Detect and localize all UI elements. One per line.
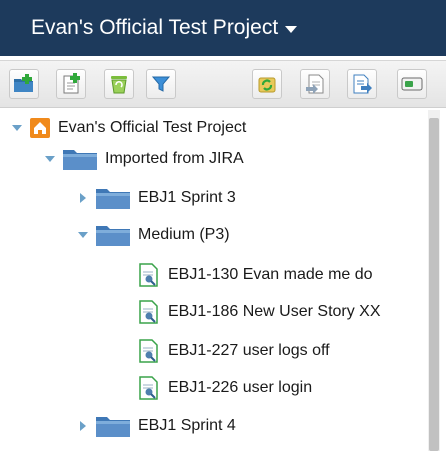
refresh-icon — [258, 77, 276, 93]
recycle-icon — [111, 76, 127, 94]
add-requirement-icon — [63, 73, 80, 94]
folder-icon — [96, 226, 130, 246]
requirement-icon — [139, 300, 158, 324]
tree-folder-label: EBJ1 Sprint 3 — [138, 189, 236, 206]
tree-folder-ebj1-sprint-4[interactable]: EBJ1 Sprint 4 — [76, 411, 236, 441]
scrollbar-thumb[interactable] — [429, 118, 439, 451]
expand-toggle[interactable] — [76, 191, 90, 205]
tree-item[interactable]: EBJ1-186 New User Story XX — [138, 297, 381, 327]
folder-icon — [63, 150, 97, 170]
import-button[interactable] — [300, 69, 330, 99]
tree-item-label: EBJ1-226 user login — [168, 379, 313, 396]
chevron-right-icon — [80, 193, 86, 203]
tree-item-label: EBJ1-227 user logs off — [168, 342, 330, 359]
project-name: Evan's Official Test Project — [31, 16, 279, 39]
toggle-view-button[interactable] — [397, 69, 427, 99]
folder-icon — [96, 189, 130, 209]
tree-folder-ebj1-sprint-3[interactable]: EBJ1 Sprint 3 — [76, 183, 236, 213]
project-selector[interactable]: Evan's Official Test Project — [31, 16, 298, 40]
requirement-icon — [139, 339, 158, 363]
toggle-view-icon — [401, 77, 423, 91]
app-header: Evan's Official Test Project — [0, 0, 446, 56]
tree-folder-label: Medium (P3) — [138, 226, 230, 243]
tree-item[interactable]: EBJ1-130 Evan made me do — [138, 260, 373, 290]
requirement-icon — [139, 263, 158, 287]
export-button[interactable] — [347, 69, 377, 99]
tree-viewport: Evan's Official Test Project Imported fr… — [0, 110, 427, 451]
chevron-down-icon — [12, 125, 22, 131]
chevron-down-icon — [45, 156, 55, 162]
collapse-toggle[interactable] — [43, 152, 57, 166]
home-icon — [30, 118, 50, 138]
filter-icon — [151, 76, 171, 92]
tree-item-label: EBJ1-130 Evan made me do — [168, 266, 373, 283]
tree-scrollbar[interactable] — [428, 110, 440, 451]
import-icon — [306, 74, 324, 94]
expand-toggle[interactable] — [76, 419, 90, 433]
collapse-toggle[interactable] — [10, 121, 24, 135]
add-folder-icon — [14, 74, 33, 92]
add-requirement-button[interactable] — [56, 69, 86, 99]
folder-icon — [96, 417, 130, 437]
tree-folder-label: Imported from JIRA — [105, 150, 244, 167]
tree-folder-label: EBJ1 Sprint 4 — [138, 417, 236, 434]
requirements-tree: Evan's Official Test Project Imported fr… — [0, 110, 446, 451]
tree-item-label: EBJ1-186 New User Story XX — [168, 303, 381, 320]
recycle-button[interactable] — [104, 69, 134, 99]
tree-root[interactable]: Evan's Official Test Project — [10, 113, 246, 143]
export-icon — [353, 74, 372, 94]
tree-item[interactable]: EBJ1-227 user logs off — [138, 336, 330, 366]
refresh-button[interactable] — [252, 69, 282, 99]
tree-toolbar — [0, 60, 446, 108]
chevron-down-icon — [285, 25, 298, 33]
tree-folder-medium-p3[interactable]: Medium (P3) — [76, 220, 230, 250]
filter-button[interactable] — [146, 69, 176, 99]
requirement-icon — [139, 376, 158, 400]
collapse-toggle[interactable] — [76, 228, 90, 242]
chevron-right-icon — [80, 421, 86, 431]
tree-item[interactable]: EBJ1-226 user login — [138, 373, 312, 403]
add-folder-button[interactable] — [9, 69, 39, 99]
tree-folder-imported-from-jira[interactable]: Imported from JIRA — [43, 144, 244, 174]
tree-root-label: Evan's Official Test Project — [58, 119, 247, 136]
chevron-down-icon — [78, 232, 88, 238]
